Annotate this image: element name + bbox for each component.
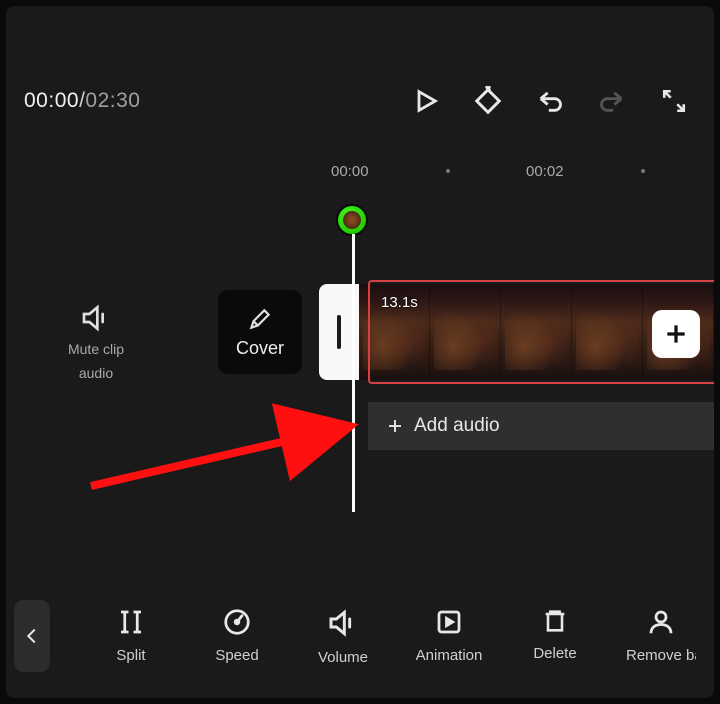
mute-clip-audio-button[interactable]: Mute clip audio <box>6 284 186 382</box>
mute-label-2: audio <box>79 364 113 382</box>
plus-icon <box>386 417 404 435</box>
remove-background-tool[interactable]: Remove background <box>608 607 714 666</box>
playhead-line <box>352 234 355 512</box>
playhead[interactable] <box>352 204 384 236</box>
video-editor-app: 00:00/02:30 00:00 00:02 <box>6 6 714 698</box>
speed-icon <box>222 607 252 637</box>
chevron-left-icon <box>21 625 43 647</box>
volume-icon <box>327 607 359 639</box>
timeline-area: Mute clip audio Cover 13.1s Add a <box>6 284 714 382</box>
mute-label-1: Mute clip <box>68 340 124 358</box>
split-label: Split <box>116 647 145 664</box>
volume-tool[interactable]: Volume <box>290 607 396 666</box>
animation-icon <box>434 607 464 637</box>
fullscreen-icon <box>661 88 687 114</box>
current-time: 00:00 <box>24 89 79 112</box>
ruler-tick-0: 00:00 <box>331 163 369 180</box>
total-time: 02:30 <box>85 89 140 112</box>
cover-label: Cover <box>236 338 284 359</box>
cover-button[interactable]: Cover <box>218 290 302 374</box>
plus-icon <box>663 321 689 347</box>
pencil-icon <box>247 306 273 332</box>
edit-toolbar: Split Speed Volume Animation Delete Remo… <box>6 584 714 688</box>
ruler-dot <box>641 169 645 173</box>
clip-duration-label: 13.1s <box>381 294 418 311</box>
split-icon <box>116 607 146 637</box>
undo-icon <box>536 87 564 115</box>
remove-bg-label: Remove background <box>626 647 696 664</box>
ruler-dot <box>446 169 450 173</box>
add-audio-button[interactable]: Add audio <box>368 402 714 450</box>
trash-icon <box>541 607 569 635</box>
person-icon <box>646 607 676 637</box>
ruler-tick-1: 00:02 <box>526 163 564 180</box>
play-icon <box>412 87 440 115</box>
playback-buttons <box>402 77 698 125</box>
annotation-arrow <box>81 386 381 496</box>
redo-button[interactable] <box>588 77 636 125</box>
add-clip-button[interactable] <box>652 310 700 358</box>
fullscreen-button[interactable] <box>650 77 698 125</box>
timecode-display: 00:00/02:30 <box>24 89 140 113</box>
playback-toolbar: 00:00/02:30 <box>6 76 714 126</box>
split-tool[interactable]: Split <box>78 607 184 666</box>
video-track[interactable]: 13.1s <box>321 284 714 380</box>
time-ruler[interactable]: 00:00 00:02 <box>336 156 714 186</box>
playhead-marker-icon <box>336 204 368 236</box>
animation-tool[interactable]: Animation <box>396 607 502 666</box>
animation-label: Animation <box>416 647 483 664</box>
add-audio-label: Add audio <box>414 415 500 437</box>
delete-label: Delete <box>533 645 576 662</box>
play-button[interactable] <box>402 77 450 125</box>
speed-tool[interactable]: Speed <box>184 607 290 666</box>
delete-tool[interactable]: Delete <box>502 607 608 666</box>
back-button[interactable] <box>14 600 50 672</box>
volume-label: Volume <box>318 649 368 666</box>
keyframe-button[interactable] <box>464 77 512 125</box>
keyframe-icon <box>473 86 503 116</box>
speed-label: Speed <box>215 647 258 664</box>
redo-icon <box>598 87 626 115</box>
undo-button[interactable] <box>526 77 574 125</box>
speaker-icon <box>80 302 112 334</box>
